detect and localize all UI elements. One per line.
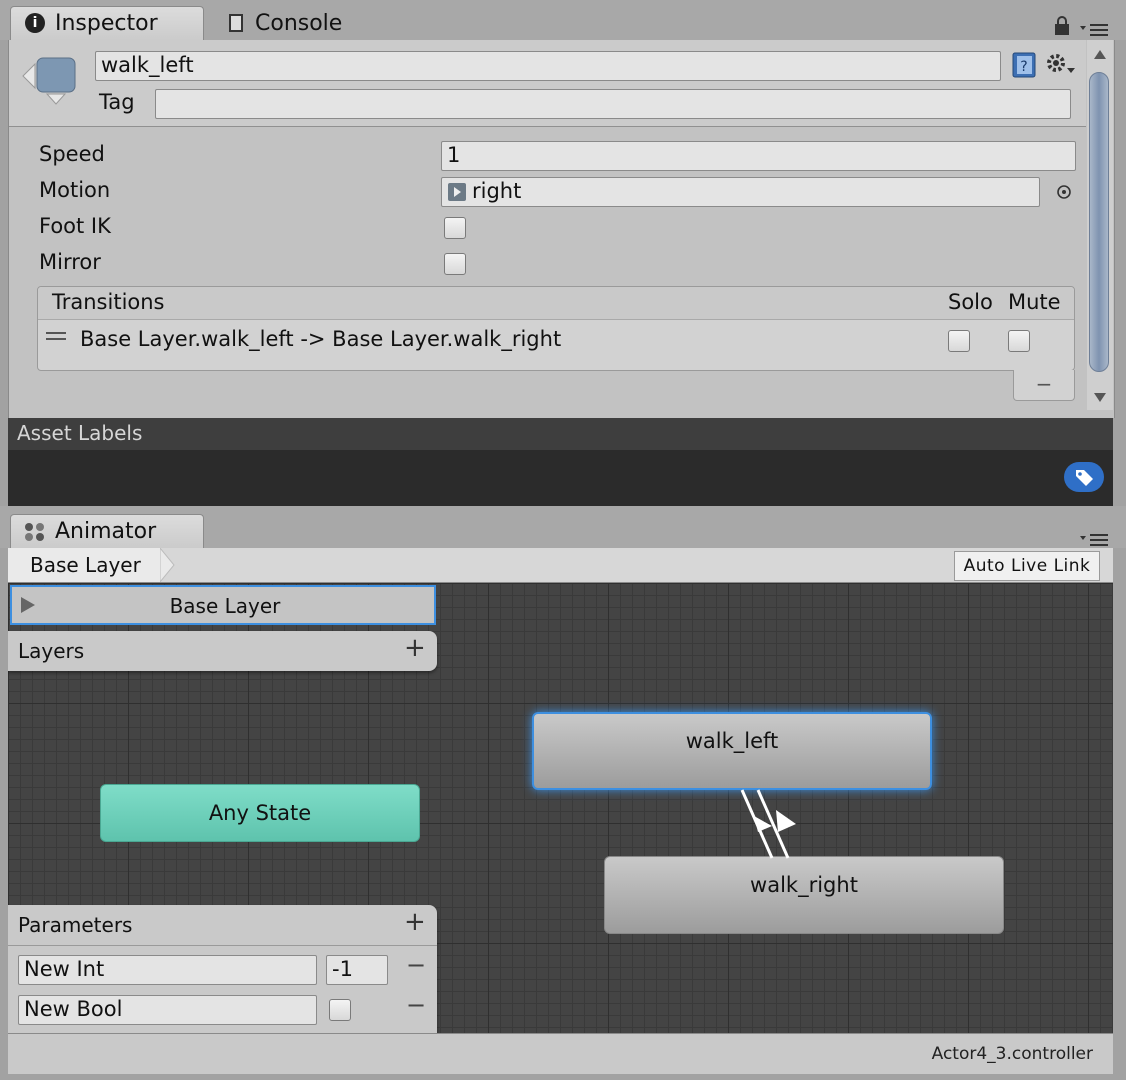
- svg-text:?: ?: [1020, 59, 1027, 75]
- mirror-checkbox[interactable]: [444, 253, 466, 275]
- foot-ik-checkbox[interactable]: [444, 217, 466, 239]
- tab-inspector[interactable]: i Inspector: [10, 6, 204, 40]
- parameter-bool-checkbox[interactable]: [329, 999, 351, 1021]
- controller-filename: Actor4_3.controller: [931, 1044, 1093, 1064]
- layer-name: Base Layer: [169, 594, 281, 618]
- remove-parameter-button[interactable]: −: [406, 951, 426, 979]
- scrollbar-thumb[interactable]: [1089, 72, 1109, 372]
- parameters-header: Parameters +: [8, 905, 437, 946]
- tab-label: Console: [255, 11, 343, 36]
- animator-toolbar: Base Layer Auto Live Link: [8, 548, 1113, 583]
- asset-labels-area: [8, 450, 1113, 506]
- tab-label: Animator: [55, 519, 157, 544]
- remove-transition-button[interactable]: −: [1013, 370, 1075, 401]
- transition-label: Base Layer.walk_left -> Base Layer.walk_…: [80, 327, 562, 351]
- lock-icon[interactable]: [1053, 16, 1071, 36]
- mirror-label: Mirror: [39, 250, 101, 274]
- scroll-up-icon[interactable]: [1093, 48, 1107, 60]
- motion-field[interactable]: right: [441, 177, 1040, 207]
- foot-ik-label: Foot IK: [39, 214, 111, 238]
- console-icon: [229, 14, 243, 32]
- tab-console[interactable]: Console: [220, 6, 380, 40]
- help-book-icon[interactable]: ?: [1011, 52, 1037, 78]
- walk-left-label: walk_left: [685, 729, 779, 753]
- tab-animator[interactable]: Animator: [10, 514, 204, 548]
- scroll-down-icon[interactable]: [1093, 392, 1107, 404]
- gear-icon[interactable]: [1045, 52, 1077, 78]
- animator-graph[interactable]: Base Layer Layers + Any State walk_left …: [8, 583, 1113, 1033]
- transition-arrows[interactable]: [728, 788, 818, 860]
- parameter-name-input[interactable]: New Bool: [18, 995, 317, 1025]
- drag-handle-icon[interactable]: [46, 332, 66, 334]
- inspector-scrollbar[interactable]: [1087, 40, 1113, 410]
- animator-icon: [25, 523, 44, 541]
- back-arrow-icon: [22, 57, 76, 105]
- add-layer-button[interactable]: +: [404, 633, 426, 663]
- motion-value: right: [472, 179, 522, 203]
- breadcrumb[interactable]: Base Layer: [8, 548, 160, 582]
- parameter-name-input[interactable]: New Int: [18, 955, 317, 985]
- layers-panel-header: Layers +: [8, 631, 437, 671]
- tag-label: Tag: [99, 90, 135, 114]
- mute-column-label: Mute: [1008, 290, 1061, 314]
- breadcrumb-label: Base Layer: [30, 553, 141, 577]
- top-tab-bar: i Inspector Console: [0, 0, 1126, 40]
- solo-column-label: Solo: [948, 290, 993, 314]
- any-state-label: Any State: [208, 801, 312, 825]
- transitions-list: Transitions Solo Mute Base Layer.walk_le…: [37, 286, 1075, 371]
- transitions-title: Transitions: [52, 290, 165, 314]
- walk-right-label: walk_right: [750, 873, 858, 897]
- menu-icon[interactable]: [1080, 532, 1112, 548]
- state-name-input[interactable]: walk_left: [95, 51, 1001, 81]
- transitions-header: Transitions Solo Mute: [38, 287, 1074, 320]
- parameters-panel: Parameters + New Int -1 − New Bool −: [8, 905, 437, 1033]
- inspector-header: walk_left ? Tag: [9, 40, 1086, 127]
- auto-live-link-button[interactable]: Auto Live Link: [954, 551, 1100, 581]
- animator-tab-bar: Animator: [0, 506, 1126, 548]
- tag-icon[interactable]: [1064, 462, 1104, 492]
- object-picker-icon[interactable]: [1055, 183, 1073, 201]
- breadcrumb-arrow: [160, 548, 175, 582]
- transition-row[interactable]: Base Layer.walk_left -> Base Layer.walk_…: [38, 320, 1074, 362]
- asset-labels-bar: Asset Labels: [8, 418, 1113, 451]
- animator-status-bar: Actor4_3.controller: [8, 1033, 1113, 1074]
- tab-label: Inspector: [55, 11, 158, 36]
- motion-clip-icon: [448, 183, 466, 201]
- solo-checkbox[interactable]: [948, 330, 970, 352]
- inspector-panel: walk_left ? Tag Speed 1 Motion right Foo…: [8, 40, 1115, 418]
- mute-checkbox[interactable]: [1008, 330, 1030, 352]
- walk-left-state-node[interactable]: walk_left: [532, 712, 932, 790]
- layers-label: Layers: [18, 639, 85, 663]
- tag-input[interactable]: [155, 89, 1071, 119]
- walk-right-state-node[interactable]: walk_right: [604, 856, 1004, 934]
- add-parameter-button[interactable]: +: [404, 907, 426, 937]
- any-state-node[interactable]: Any State: [100, 784, 420, 842]
- motion-label: Motion: [39, 178, 111, 202]
- parameters-label: Parameters: [18, 913, 133, 937]
- parameter-int-value[interactable]: -1: [326, 955, 388, 985]
- remove-parameter-button[interactable]: −: [406, 991, 426, 1019]
- layer-item-base-layer[interactable]: Base Layer: [10, 585, 436, 625]
- speed-label: Speed: [39, 142, 105, 166]
- menu-icon[interactable]: [1080, 22, 1112, 38]
- asset-labels-title: Asset Labels: [17, 421, 143, 445]
- speed-input[interactable]: 1: [441, 141, 1076, 171]
- info-icon: i: [25, 13, 45, 33]
